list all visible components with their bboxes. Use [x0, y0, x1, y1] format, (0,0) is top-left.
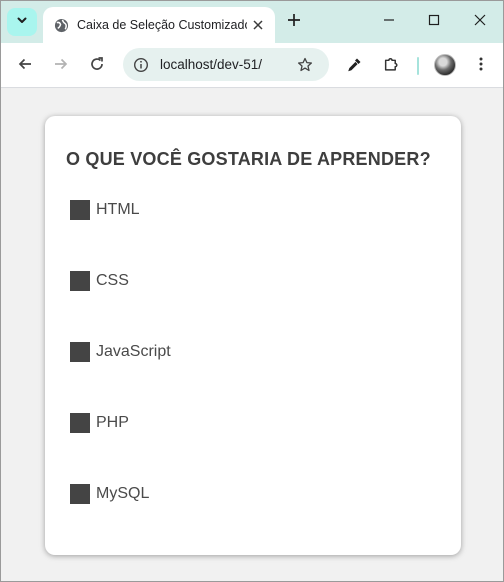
puzzle-icon [383, 55, 400, 77]
avatar[interactable] [434, 54, 456, 76]
option-mysql[interactable]: MySQL [70, 484, 149, 504]
eyedropper-button[interactable] [343, 54, 367, 78]
arrow-left-icon [17, 56, 33, 77]
checkbox[interactable] [70, 342, 90, 362]
globe-icon [53, 17, 69, 33]
option-label: JavaScript [96, 343, 171, 360]
checkbox[interactable] [70, 484, 90, 504]
chevron-down-icon [16, 13, 28, 31]
checkbox[interactable] [70, 200, 90, 220]
reload-button[interactable] [85, 54, 109, 78]
reload-icon [89, 56, 105, 77]
checkbox[interactable] [70, 413, 90, 433]
option-label: HTML [96, 201, 140, 218]
option-php[interactable]: PHP [70, 413, 129, 433]
option-label: PHP [96, 414, 129, 431]
url-text[interactable]: localhost/dev-51/ [160, 57, 262, 72]
tab-title: Caixa de Seleção Customizado [77, 18, 247, 32]
close-icon [474, 13, 486, 31]
more-vertical-icon [473, 56, 489, 77]
browser-tab[interactable]: Caixa de Seleção Customizado [43, 7, 275, 43]
checkbox-card: O QUE VOCÊ GOSTARIA DE APRENDER? HTML CS… [45, 116, 461, 555]
new-tab-button[interactable] [284, 12, 304, 32]
option-label: MySQL [96, 485, 150, 502]
checkbox[interactable] [70, 271, 90, 291]
minimize-icon [383, 13, 395, 31]
browser-window: Caixa de Seleção Customizado localhost/d… [0, 0, 504, 582]
close-icon[interactable] [249, 16, 267, 34]
toolbar-divider [417, 57, 419, 75]
menu-button[interactable] [469, 54, 493, 78]
tab-search-button[interactable] [7, 8, 37, 36]
address-bar[interactable]: localhost/dev-51/ [123, 48, 329, 81]
option-css[interactable]: CSS [70, 271, 129, 291]
arrow-right-icon [53, 56, 69, 77]
minimize-button[interactable] [379, 12, 399, 32]
option-javascript[interactable]: JavaScript [70, 342, 171, 362]
page-title: O QUE VOCÊ GOSTARIA DE APRENDER? [66, 149, 431, 169]
browser-toolbar: localhost/dev-51/ [1, 43, 503, 88]
tab-strip: Caixa de Seleção Customizado [1, 1, 503, 43]
maximize-button[interactable] [424, 12, 444, 32]
back-button[interactable] [13, 54, 37, 78]
star-icon[interactable] [295, 55, 315, 75]
maximize-icon [428, 13, 440, 31]
option-html[interactable]: HTML [70, 200, 140, 220]
forward-button[interactable] [49, 54, 73, 78]
eyedropper-icon [347, 56, 363, 77]
info-icon[interactable] [132, 56, 150, 74]
page-viewport: O QUE VOCÊ GOSTARIA DE APRENDER? HTML CS… [1, 89, 503, 581]
option-label: CSS [96, 272, 129, 289]
window-close-button[interactable] [470, 12, 490, 32]
plus-icon [287, 13, 301, 32]
extensions-button[interactable] [379, 54, 403, 78]
